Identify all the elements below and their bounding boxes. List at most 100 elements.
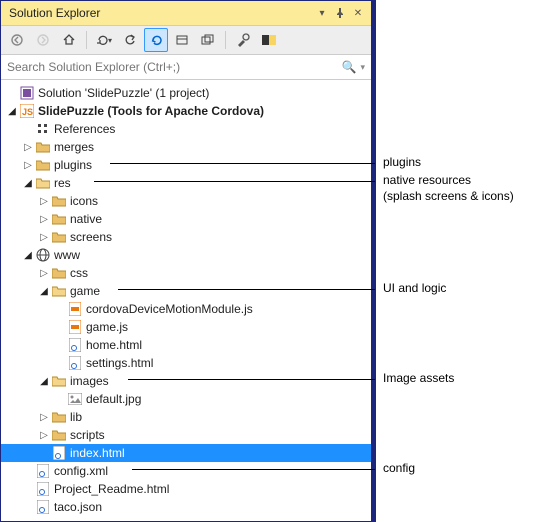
home-button[interactable] bbox=[57, 28, 81, 52]
panel-titlebar: Solution Explorer ▾ ✕ bbox=[1, 1, 371, 26]
solution-icon bbox=[19, 85, 35, 101]
toolbar: ▾ bbox=[1, 26, 371, 55]
folder-res-native[interactable]: ▷ native bbox=[1, 210, 371, 228]
expander-icon[interactable]: ▷ bbox=[21, 160, 35, 171]
folder-label: merges bbox=[54, 140, 94, 154]
folder-label: www bbox=[54, 248, 80, 262]
close-icon[interactable]: ✕ bbox=[349, 4, 367, 22]
xml-file-icon bbox=[35, 463, 51, 479]
show-all-button[interactable] bbox=[196, 28, 220, 52]
folder-res-icons[interactable]: ▷ icons bbox=[1, 192, 371, 210]
expander-icon[interactable]: ▷ bbox=[37, 430, 51, 441]
scope-button[interactable]: ▾ bbox=[92, 28, 116, 52]
folder-icon bbox=[51, 229, 67, 245]
references-icon bbox=[35, 121, 51, 137]
expander-icon[interactable]: ▷ bbox=[37, 412, 51, 423]
expander-icon[interactable]: ▷ bbox=[37, 196, 51, 207]
expander-icon[interactable]: ▷ bbox=[37, 268, 51, 279]
file-label: cordovaDeviceMotionModule.js bbox=[86, 302, 253, 316]
file-label: index.html bbox=[70, 446, 125, 460]
properties-button[interactable] bbox=[231, 28, 255, 52]
collapse-button[interactable] bbox=[170, 28, 194, 52]
dropdown-icon[interactable]: ▾ bbox=[360, 62, 367, 73]
folder-label: scripts bbox=[70, 428, 105, 442]
file-label: config.xml bbox=[54, 464, 108, 478]
folder-icon bbox=[51, 427, 67, 443]
folder-label: css bbox=[70, 266, 88, 280]
file-default-jpg[interactable]: default.jpg bbox=[1, 390, 371, 408]
svg-text:JS: JS bbox=[22, 107, 33, 117]
folder-www-images[interactable]: ◢ images bbox=[1, 372, 371, 390]
folder-label: icons bbox=[70, 194, 98, 208]
folder-label: lib bbox=[70, 410, 82, 424]
folder-res[interactable]: ◢ res bbox=[1, 174, 371, 192]
leader-line bbox=[110, 163, 375, 164]
refresh-button[interactable] bbox=[144, 28, 168, 52]
annotation-native: native resources bbox=[383, 173, 471, 187]
annotation-plugins: plugins bbox=[383, 155, 421, 169]
solution-node[interactable]: Solution 'SlidePuzzle' (1 project) bbox=[1, 84, 371, 102]
folder-open-icon bbox=[51, 373, 67, 389]
folder-www-lib[interactable]: ▷ lib bbox=[1, 408, 371, 426]
expander-icon[interactable]: ◢ bbox=[5, 106, 19, 117]
file-label: Project_Readme.html bbox=[54, 482, 169, 496]
file-index-html[interactable]: index.html bbox=[1, 444, 371, 462]
image-file-icon bbox=[67, 391, 83, 407]
annotation-ui-logic: UI and logic bbox=[383, 281, 446, 295]
dropdown-icon[interactable]: ▾ bbox=[313, 4, 331, 22]
folder-icon bbox=[35, 157, 51, 173]
expander-icon[interactable]: ▷ bbox=[21, 142, 35, 153]
folder-merges[interactable]: ▷ merges bbox=[1, 138, 371, 156]
solution-label: Solution 'SlidePuzzle' (1 project) bbox=[38, 86, 209, 100]
folder-res-screens[interactable]: ▷ screens bbox=[1, 228, 371, 246]
search-input[interactable] bbox=[5, 59, 338, 75]
separator bbox=[86, 31, 87, 49]
folder-www-game[interactable]: ◢ game bbox=[1, 282, 371, 300]
folder-label: screens bbox=[70, 230, 112, 244]
folder-www-css[interactable]: ▷ css bbox=[1, 264, 371, 282]
annotation-image-assets: Image assets bbox=[383, 371, 454, 385]
folder-label: res bbox=[54, 176, 71, 190]
file-label: taco.json bbox=[54, 500, 102, 514]
expander-icon[interactable]: ◢ bbox=[37, 376, 51, 387]
file-label: settings.html bbox=[86, 356, 153, 370]
file-settings-html[interactable]: settings.html bbox=[1, 354, 371, 372]
separator bbox=[225, 31, 226, 49]
folder-icon bbox=[51, 193, 67, 209]
folder-label: native bbox=[70, 212, 102, 226]
preview-button[interactable] bbox=[257, 28, 281, 52]
leader-line bbox=[94, 181, 375, 182]
folder-icon bbox=[51, 265, 67, 281]
project-node[interactable]: ◢ JS SlidePuzzle (Tools for Apache Cordo… bbox=[1, 102, 371, 120]
back-button[interactable] bbox=[5, 28, 29, 52]
folder-open-icon bbox=[51, 283, 67, 299]
file-project-readme[interactable]: Project_Readme.html bbox=[1, 480, 371, 498]
search-icon[interactable]: 🔍 bbox=[338, 60, 361, 74]
js-project-icon: JS bbox=[19, 103, 35, 119]
folder-label: plugins bbox=[54, 158, 92, 172]
panel-title: Solution Explorer bbox=[9, 6, 313, 20]
search-row[interactable]: 🔍 ▾ bbox=[1, 55, 371, 80]
sync-button[interactable] bbox=[118, 28, 142, 52]
file-taco-json[interactable]: taco.json bbox=[1, 498, 371, 516]
expander-icon[interactable]: ◢ bbox=[21, 250, 35, 261]
forward-button[interactable] bbox=[31, 28, 55, 52]
file-cdm-js[interactable]: cordovaDeviceMotionModule.js bbox=[1, 300, 371, 318]
globe-icon bbox=[35, 247, 51, 263]
file-config-xml[interactable]: config.xml bbox=[1, 462, 371, 480]
file-label: game.js bbox=[86, 320, 128, 334]
json-file-icon bbox=[35, 499, 51, 515]
expander-icon[interactable]: ◢ bbox=[21, 178, 35, 189]
folder-label: game bbox=[70, 284, 100, 298]
folder-plugins[interactable]: ▷ plugins bbox=[1, 156, 371, 174]
folder-www-scripts[interactable]: ▷ scripts bbox=[1, 426, 371, 444]
expander-icon[interactable]: ▷ bbox=[37, 232, 51, 243]
file-home-html[interactable]: home.html bbox=[1, 336, 371, 354]
references-label: References bbox=[54, 122, 115, 136]
references-node[interactable]: References bbox=[1, 120, 371, 138]
file-game-js[interactable]: game.js bbox=[1, 318, 371, 336]
expander-icon[interactable]: ◢ bbox=[37, 286, 51, 297]
expander-icon[interactable]: ▷ bbox=[37, 214, 51, 225]
folder-www[interactable]: ◢ www bbox=[1, 246, 371, 264]
pin-icon[interactable] bbox=[331, 4, 349, 22]
